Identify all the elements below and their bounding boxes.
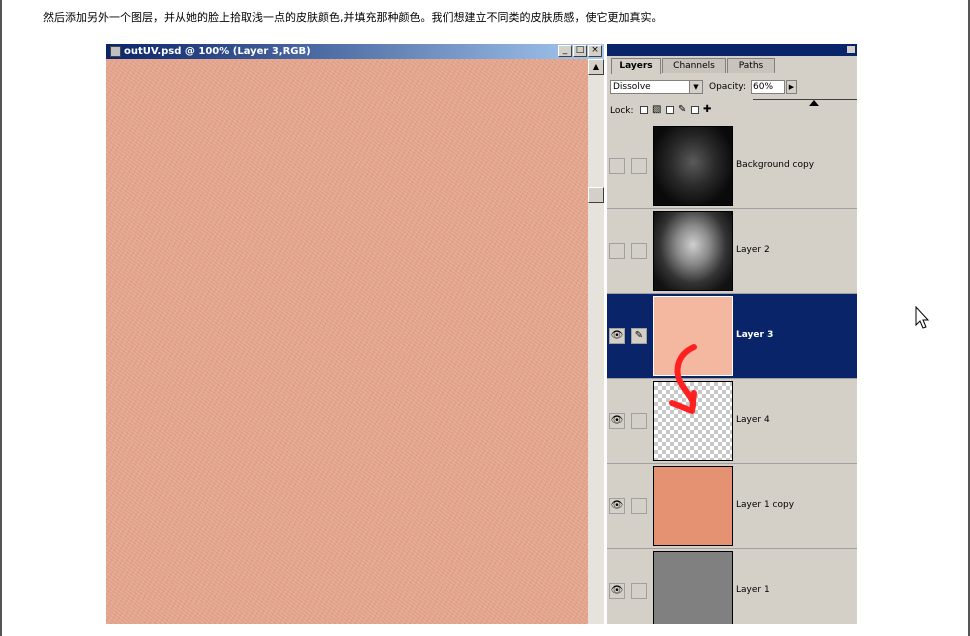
layers-palette: Layers Channels Paths Dissolve ▼ Opacity… xyxy=(607,44,857,624)
layer-thumbnail xyxy=(653,551,733,624)
layer-row-layer-4[interactable]: 👁 Layer 4 xyxy=(607,379,857,464)
layer-name: Layer 2 xyxy=(736,245,770,255)
lock-move-icon: ✚ xyxy=(703,104,712,115)
scroll-up-arrow[interactable]: ▲ xyxy=(588,59,604,75)
visibility-toggle[interactable] xyxy=(609,243,625,259)
vertical-scrollbar[interactable]: ▲ xyxy=(588,59,604,624)
eye-icon[interactable]: 👁 xyxy=(609,413,625,429)
layer-name: Layer 3 xyxy=(736,330,774,340)
opacity-label: Opacity: xyxy=(709,82,746,92)
opacity-field[interactable]: 60% xyxy=(751,80,785,94)
opacity-slider[interactable] xyxy=(753,97,857,107)
lock-label: Lock: xyxy=(610,106,634,116)
intro-text: 然后添加另外一个图层，并从她的脸上拾取浅一点的皮肤颜色,并填充那种颜色。我们想建… xyxy=(43,11,663,24)
slider-handle[interactable] xyxy=(809,100,819,106)
palette-close-icon[interactable] xyxy=(847,46,855,53)
slider-track xyxy=(753,99,857,100)
document-window: outUV.psd @ 100% (Layer 3,RGB) _ □ × ▲ xyxy=(106,44,604,624)
layer-row-layer-1-copy[interactable]: 👁 Layer 1 copy xyxy=(607,464,857,549)
link-toggle[interactable] xyxy=(631,498,647,514)
layer-name: Layer 4 xyxy=(736,415,770,425)
dropdown-arrow-icon[interactable]: ▼ xyxy=(689,81,702,93)
link-toggle[interactable] xyxy=(631,413,647,429)
brush-icon[interactable]: ✎ xyxy=(631,328,647,344)
tab-channels[interactable]: Channels xyxy=(662,58,726,73)
layer-name: Layer 1 copy xyxy=(736,500,795,510)
eye-icon[interactable]: 👁 xyxy=(609,328,625,344)
lock-transparency-icon: ▧ xyxy=(652,104,662,115)
blend-mode-select[interactable]: Dissolve ▼ xyxy=(610,80,703,94)
lock-position-checkbox[interactable] xyxy=(691,106,699,114)
photoshop-doc-icon xyxy=(110,46,121,57)
layer-row-layer-1[interactable]: 👁 Layer 1 xyxy=(607,549,857,624)
lock-transparency-checkbox[interactable] xyxy=(640,106,648,114)
lock-image-checkbox[interactable] xyxy=(666,106,674,114)
eye-icon[interactable]: 👁 xyxy=(609,583,625,599)
eye-icon[interactable]: 👁 xyxy=(609,498,625,514)
link-toggle[interactable] xyxy=(631,583,647,599)
page-border-left xyxy=(0,0,2,636)
image-canvas[interactable] xyxy=(106,59,588,624)
annotation-arrow-icon xyxy=(669,344,697,414)
layer-row-layer-2[interactable]: Layer 2 xyxy=(607,209,857,294)
mouse-cursor-icon xyxy=(915,306,930,329)
layer-thumbnail xyxy=(653,126,733,206)
maximize-button[interactable]: □ xyxy=(573,45,587,57)
blend-mode-value: Dissolve xyxy=(613,82,651,92)
scroll-thumb[interactable] xyxy=(588,187,604,203)
layer-name: Background copy xyxy=(736,160,815,170)
layer-row-background-copy[interactable]: Background copy xyxy=(607,124,857,209)
palette-tabs: Layers Channels Paths xyxy=(607,58,857,74)
palette-titlebar[interactable] xyxy=(607,44,857,56)
document-title: outUV.psd @ 100% (Layer 3,RGB) xyxy=(124,46,311,57)
link-toggle[interactable] xyxy=(631,158,647,174)
minimize-button[interactable]: _ xyxy=(558,45,572,57)
link-toggle[interactable] xyxy=(631,243,647,259)
document-titlebar[interactable]: outUV.psd @ 100% (Layer 3,RGB) _ □ × xyxy=(106,44,604,59)
tab-layers[interactable]: Layers xyxy=(611,58,661,74)
layer-thumbnail xyxy=(653,466,733,546)
visibility-toggle[interactable] xyxy=(609,158,625,174)
layer-name: Layer 1 xyxy=(736,585,770,595)
layer-row-layer-3[interactable]: 👁 ✎ Layer 3 xyxy=(607,294,857,379)
close-button[interactable]: × xyxy=(588,45,602,57)
opacity-arrow-icon[interactable]: ▶ xyxy=(786,80,797,94)
layer-thumbnail xyxy=(653,211,733,291)
tab-paths[interactable]: Paths xyxy=(727,58,775,73)
lock-brush-icon: ✎ xyxy=(678,104,687,115)
layers-list: Background copy Layer 2 👁 ✎ Layer 3 👁 La… xyxy=(607,124,857,624)
